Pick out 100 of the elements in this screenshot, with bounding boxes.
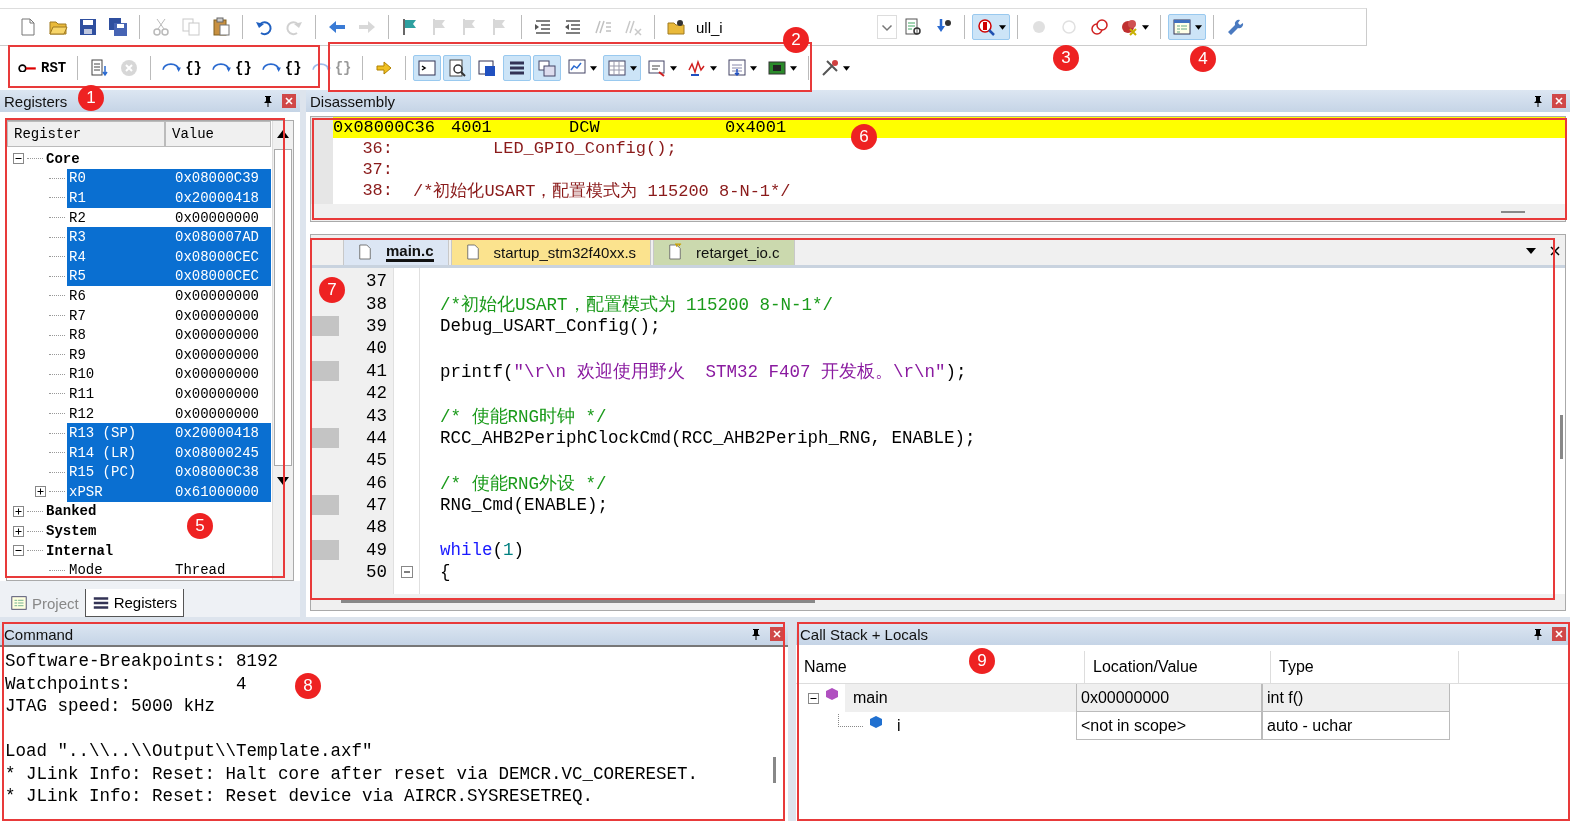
panel-title: Call Stack + Locals <box>800 625 928 643</box>
register-value: 0x00000000 <box>175 385 259 402</box>
register-row[interactable]: R7 0x00000000 <box>67 305 271 326</box>
dropdown-arrow-icon <box>590 65 598 71</box>
document-icon <box>465 243 480 261</box>
register-row[interactable]: Mode Thread <box>67 560 271 580</box>
grid-window-button[interactable] <box>603 55 642 81</box>
expand-icon[interactable] <box>35 486 46 498</box>
register-name: R8 <box>69 327 87 344</box>
register-name: R10 <box>69 366 96 383</box>
output-line: Load "..\\..\\Output\\Template.axf" <box>5 741 373 763</box>
file-tab[interactable]: main.c <box>343 238 449 265</box>
register-row[interactable]: R8 0x00000000 <box>67 325 271 345</box>
register-name: xPSR <box>69 483 104 500</box>
table-cell: int f() <box>1262 684 1450 712</box>
register-row[interactable]: R6 0x00000000 <box>67 286 271 306</box>
document-search-icon <box>903 17 923 37</box>
column-header[interactable]: Value <box>165 121 271 147</box>
key-document-icon <box>668 243 683 261</box>
output-line: Software-Breakpoints: 8192 <box>5 651 279 673</box>
column-header[interactable]: Register <box>7 121 165 147</box>
register-row[interactable]: xPSR 0x61000000 <box>67 482 271 502</box>
column-header[interactable]: Type <box>1271 651 1459 683</box>
register-name: R1 <box>69 190 87 206</box>
register-value: 0x00000000 <box>175 405 259 422</box>
line-number: 41 <box>365 360 388 381</box>
register-value: 0x00000000 <box>175 366 259 383</box>
crossed-tools-icon <box>820 58 841 78</box>
pin-icon[interactable] <box>262 95 274 107</box>
line-number: 48 <box>365 517 388 538</box>
panel-title: Registers <box>4 92 68 110</box>
file-tab[interactable]: startup_stm32f40xx.s <box>450 238 652 265</box>
register-row[interactable]: R3 0x080007AD <box>67 227 271 247</box>
register-value: 0x08000C38 <box>175 464 259 481</box>
register-row[interactable]: R1 0x20000418 <box>67 188 271 208</box>
column-header[interactable]: Location/Value <box>1085 651 1271 683</box>
window-icon <box>10 594 28 612</box>
symbol-name[interactable]: i <box>889 712 1076 740</box>
line-number: 44 <box>365 427 388 448</box>
debug-magnifier-icon <box>976 17 996 37</box>
register-row[interactable]: R4 0x08000CEC <box>67 246 271 267</box>
register-name: R4 <box>69 248 87 265</box>
collapse-icon[interactable] <box>13 545 24 557</box>
file-tab[interactable]: retarget_io.c <box>653 238 795 265</box>
register-row[interactable]: R11 0x00000000 <box>67 384 271 404</box>
stacked-bars-button[interactable] <box>503 55 532 81</box>
pin-icon[interactable] <box>750 628 762 640</box>
expand-icon[interactable] <box>13 525 24 537</box>
register-row[interactable]: R13 (SP) 0x20000418 <box>67 423 271 443</box>
scroll-thumb[interactable] <box>773 757 776 783</box>
curved-arrow-button[interactable]: {} <box>158 55 207 81</box>
window-button[interactable] <box>1168 14 1206 40</box>
curved-arrow-icon <box>261 63 282 73</box>
register-row[interactable]: R2 0x00000000 <box>67 207 271 228</box>
debug-magnifier-button[interactable] <box>972 14 1010 40</box>
register-group[interactable]: Core <box>46 150 80 167</box>
register-row[interactable]: R9 0x00000000 <box>67 344 271 365</box>
curved-arrow-button[interactable]: {} <box>257 55 306 81</box>
collapse-icon[interactable] <box>13 153 24 165</box>
register-name: R13 (SP) <box>69 425 138 442</box>
code-line: { <box>440 562 451 583</box>
instruction-operand: 0x4001 <box>725 118 787 137</box>
close-icon[interactable] <box>1549 245 1561 257</box>
terminal-icon <box>417 58 438 78</box>
register-group[interactable]: System <box>46 523 97 540</box>
document-magnifier-icon <box>447 58 468 78</box>
pin-icon[interactable] <box>1532 95 1544 107</box>
indent-lines-icon <box>533 17 553 37</box>
document-magnifier-button[interactable] <box>443 55 472 81</box>
search-field[interactable]: ull_i <box>696 18 723 36</box>
scroll-thumb[interactable] <box>1501 211 1525 213</box>
register-row[interactable]: R5 0x08000CEC <box>67 266 271 287</box>
scroll-thumb[interactable] <box>1560 415 1563 459</box>
expand-icon[interactable] <box>13 506 24 517</box>
register-row[interactable]: R14 (LR) 0x08000245 <box>67 442 271 463</box>
register-row[interactable]: R10 0x00000000 <box>67 364 271 385</box>
register-group[interactable]: Banked <box>46 503 97 520</box>
key-arrow-button[interactable]: RST <box>14 55 71 81</box>
dropdown-arrow-icon <box>710 65 718 71</box>
curved-arrow-button[interactable]: {} <box>208 55 256 81</box>
table-cell: <not in scope> <box>1076 712 1262 740</box>
register-name: Mode <box>69 562 104 579</box>
table-cell: 0x00000000 <box>1076 684 1262 712</box>
symbol-name[interactable]: main <box>845 684 1076 712</box>
panel-title: Command <box>4 625 74 643</box>
collapse-icon[interactable] <box>808 692 819 704</box>
dropdown-arrow-icon <box>790 65 798 71</box>
panel-tab[interactable]: Registers <box>84 589 185 617</box>
circles-cross-icon <box>1119 17 1139 37</box>
register-value: 0x00000000 <box>175 287 259 304</box>
code-line: /* 使能RNG时钟 */ <box>440 405 607 428</box>
code-line: while(1) <box>440 539 525 560</box>
register-value: 0x00000000 <box>175 327 259 344</box>
register-row[interactable]: R0 0x08000C39 <box>67 168 271 189</box>
register-group[interactable]: Internal <box>46 542 114 559</box>
register-name: R3 <box>69 229 87 246</box>
register-row[interactable]: R12 0x00000000 <box>67 403 271 424</box>
register-row[interactable]: R15 (PC) 0x08000C38 <box>67 462 271 483</box>
pin-icon[interactable] <box>1532 628 1544 640</box>
scroll-thumb[interactable] <box>341 600 815 603</box>
